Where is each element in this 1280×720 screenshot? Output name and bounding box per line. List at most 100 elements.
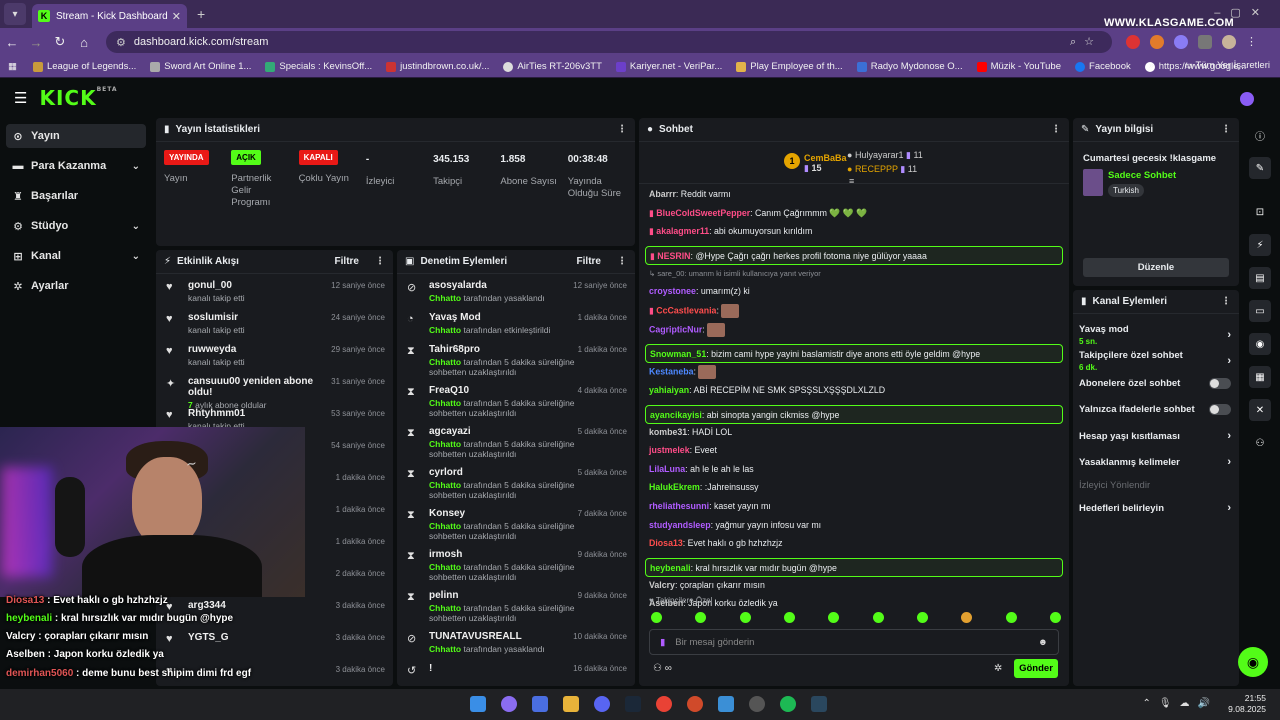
- forward-icon[interactable]: →: [24, 35, 48, 50]
- activity-row[interactable]: ♥ soslumisir kanalı takip etti 24 saniye ön…: [156, 306, 393, 338]
- channel-action-item[interactable]: Yavaş mod 5 sn. ›: [1079, 324, 1231, 346]
- sidebar-item-yayin[interactable]: ⊙ Yayın: [6, 124, 146, 148]
- tab-search-button[interactable]: ▾: [4, 3, 26, 25]
- bookmark-item[interactable]: justindbrown.co.uk/...: [386, 61, 489, 72]
- activity-row[interactable]: ♥ gonul_00 kanalı takip etti 12 saniye önce: [156, 274, 393, 306]
- chat-message[interactable]: HalukEkrem: :Jahreinsussy: [645, 481, 1063, 493]
- moderation-row[interactable]: ⧗ pelinn Chhatto tarafından 5 dakika sürel…: [397, 584, 635, 625]
- chat-message[interactable]: croystonee: umarım(z) ki: [645, 285, 1063, 297]
- channel-action-item[interactable]: Hesap yaşı kısıtlaması ›: [1079, 430, 1231, 442]
- channel-action-item[interactable]: Takipçilere özel sohbet 6 dk. ›: [1079, 350, 1231, 372]
- start-icon[interactable]: [470, 696, 486, 712]
- moderation-row[interactable]: ↺! 16 dakika önce: [397, 657, 635, 686]
- expand-icon[interactable]: ≡: [849, 176, 854, 186]
- chat-message[interactable]: LilaLuna: ah le le ah le las: [645, 463, 1063, 475]
- info-icon[interactable]: ⓘ: [1249, 124, 1271, 146]
- xbox-icon[interactable]: [749, 696, 765, 712]
- top-gifter-3[interactable]: ● RECEPPP ▮ 11: [847, 164, 917, 175]
- sidebar-item-ayarlar[interactable]: ✲ Ayarlar: [6, 274, 146, 298]
- chat-message[interactable]: Snowman_51: bizim cami hype yayini basla…: [645, 344, 1063, 363]
- discord-icon[interactable]: [594, 696, 610, 712]
- sidebar-item-kanal[interactable]: ⊞ Kanal ⌄: [6, 244, 146, 268]
- extensions-puzzle-icon[interactable]: [1198, 35, 1212, 49]
- window-controls[interactable]: –▢✕: [1214, 6, 1270, 19]
- chat-message[interactable]: ▮ akalagmer11: abi okumuyorsun kırıldım: [645, 225, 1063, 237]
- apps-grid-icon[interactable]: ▦: [8, 61, 17, 72]
- send-button[interactable]: Gönder: [1014, 659, 1058, 678]
- clock[interactable]: 21:55 9.08.2025: [1228, 693, 1266, 715]
- kebab-menu-icon[interactable]: ⋮: [1221, 124, 1231, 135]
- moderation-row[interactable]: ⊘ TUNATAVUSREALL Chhatto tarafından yasakl…: [397, 625, 635, 657]
- emoji-icon[interactable]: ☻: [1038, 637, 1048, 648]
- channel-action-item[interactable]: Yalnızca ifadelerle sohbet: [1079, 404, 1231, 415]
- chat-message[interactable]: yahiaiyan: ABİ RECEPİM NE SMK SPSŞSLXŞŞŞ…: [645, 384, 1063, 396]
- emote-icon[interactable]: [1005, 612, 1017, 623]
- moderation-row[interactable]: ⧗ FreaQ10 Chhatto tarafından 5 dakika süre…: [397, 379, 635, 420]
- filter-button[interactable]: Filtre: [577, 256, 601, 267]
- sidebar-item-basarilar[interactable]: ♜ Başarılar: [6, 184, 146, 208]
- site-info-icon[interactable]: ⚙: [116, 36, 126, 49]
- chat-settings-icon[interactable]: ✲: [994, 663, 1002, 674]
- bookmark-item[interactable]: Play Employee of th...: [736, 61, 843, 72]
- chat-message[interactable]: Abarrr: Reddit varmı: [645, 188, 1063, 200]
- moderation-row[interactable]: ◔ Yavaş Mod Chhatto tarafından etkinleştir…: [397, 306, 635, 338]
- chat-message[interactable]: ↳ sare_00: umarım ki isimli kullanıcıya …: [645, 267, 1063, 280]
- photos-icon[interactable]: [718, 696, 734, 712]
- mic-icon[interactable]: ▮: [660, 637, 665, 648]
- chat-message[interactable]: ▮ CcCastlevania:: [645, 304, 1063, 318]
- app-icon[interactable]: [687, 696, 703, 712]
- broadcast-icon[interactable]: ◉: [1249, 333, 1271, 355]
- bookmark-item[interactable]: Specials : KevinsOff...: [265, 61, 372, 72]
- back-icon[interactable]: ←: [0, 35, 24, 50]
- moderation-row[interactable]: ⧗ Tahir68pro Chhatto tarafından 5 dakika s…: [397, 338, 635, 379]
- kick-logo[interactable]: KICKBETA: [39, 86, 117, 110]
- channel-action-item[interactable]: Yasaklanmış kelimeler ›: [1079, 456, 1231, 468]
- moderation-row[interactable]: ⧗ agcayazi Chhatto tarafından 5 dakika sür…: [397, 420, 635, 461]
- edit-button[interactable]: Düzenle: [1083, 258, 1229, 277]
- extension-icon[interactable]: [1126, 35, 1140, 49]
- bookmark-item[interactable]: Sword Art Online 1...: [150, 61, 251, 72]
- activity-row[interactable]: ♥ YGTS_G 3 dakika önce: [156, 626, 393, 658]
- emote-icon[interactable]: [739, 612, 751, 623]
- chat-message[interactable]: Kestaneba:: [645, 365, 1063, 379]
- top-gifter-2[interactable]: ● Hulyayarar1 ▮ 11: [847, 150, 923, 161]
- chat-message[interactable]: ▮ BlueColdSweetPepper: Canım Çağrımmm 💚 …: [645, 207, 1063, 219]
- support-chat-button[interactable]: ◉: [1238, 647, 1268, 677]
- chat-message[interactable]: studyandsleep: yağmur yayın infosu var m…: [645, 519, 1063, 531]
- layout-icon[interactable]: ▦: [1249, 366, 1271, 388]
- bookmark-item[interactable]: Radyo Mydonose O...: [856, 61, 963, 72]
- steam-icon[interactable]: [811, 696, 827, 712]
- bookmark-item[interactable]: Kariyer.net - VeriPar...: [615, 61, 722, 72]
- chat-message[interactable]: kombe31: HADİ LOL: [645, 426, 1063, 438]
- new-tab-button[interactable]: +: [197, 6, 205, 22]
- focus-icon[interactable]: ⊡: [1249, 201, 1271, 223]
- hamburger-menu-icon[interactable]: ☰: [14, 89, 27, 107]
- moderation-row[interactable]: ⧗ Konsey Chhatto tarafından 5 dakika sürel…: [397, 502, 635, 543]
- moderation-row[interactable]: ⊘ asosyalarda Chhatto tarafından yasakland…: [397, 274, 635, 306]
- people-icon[interactable]: ⚇: [1249, 432, 1271, 454]
- system-tray-icons[interactable]: ⌃🎙☁🔊: [1142, 698, 1218, 709]
- bookmark-item[interactable]: League of Legends...: [32, 61, 136, 72]
- steam-icon[interactable]: [625, 696, 641, 712]
- reload-icon[interactable]: ↻: [48, 34, 72, 50]
- sidebar-item-studyo[interactable]: ⚙ Stüdyo ⌄: [6, 214, 146, 238]
- kebab-menu-icon[interactable]: ⋮: [617, 256, 627, 267]
- toggle-switch[interactable]: [1209, 404, 1231, 415]
- activity-row[interactable]: ♥ ruwweyda kanalı takip etti 29 saniye önce: [156, 338, 393, 370]
- chat-tools-icon[interactable]: ⚇ ∞: [653, 663, 672, 674]
- channel-action-item[interactable]: Abonelere özel sohbet: [1079, 378, 1231, 389]
- top-gifter-1[interactable]: CemBaBa ▮ 15: [804, 153, 847, 174]
- chat-message[interactable]: CagripticNur:: [645, 323, 1063, 337]
- emote-icon[interactable]: [1049, 612, 1061, 623]
- moderation-row[interactable]: ⧗ irmosh Chhatto tarafından 5 dakika sürel…: [397, 543, 635, 584]
- emote-icon[interactable]: [872, 612, 884, 623]
- wrench-icon[interactable]: ✕: [1249, 399, 1271, 421]
- filter-button[interactable]: Filtre: [335, 256, 359, 267]
- chat-message[interactable]: justmelek: Eveet: [645, 444, 1063, 456]
- chat-message[interactable]: ▮ NESRIN: @Hype Çağrı çağrı herkes profi…: [645, 245, 1063, 265]
- chat-input[interactable]: ▮ Bir mesaj gönderin ☻: [649, 629, 1059, 655]
- chat-tool-icon[interactable]: ▭: [1249, 300, 1271, 322]
- kebab-menu-icon[interactable]: ⋮: [375, 256, 385, 267]
- url-field[interactable]: ⚙ dashboard.kick.com/stream ⌕☆: [106, 31, 1112, 53]
- all-bookmarks[interactable]: » ▭ Tüm Yer İşaretleri: [1149, 60, 1270, 71]
